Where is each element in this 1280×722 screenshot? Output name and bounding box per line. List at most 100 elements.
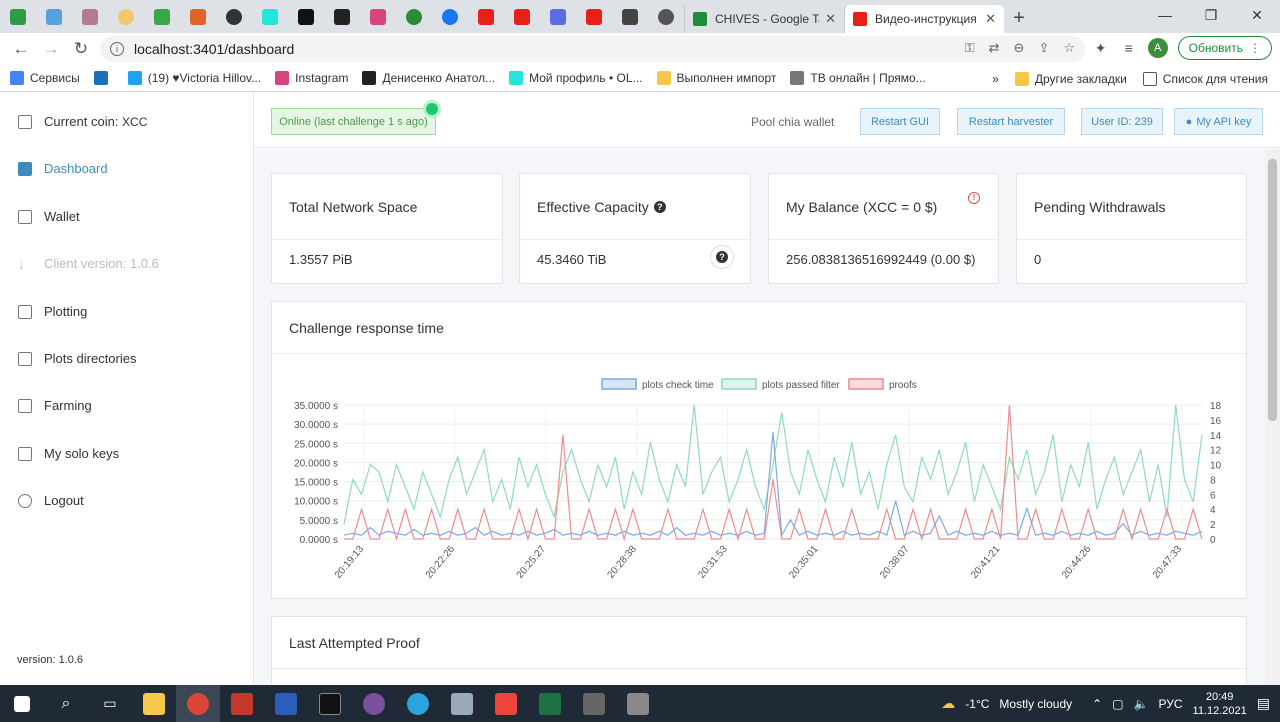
chrome-icon[interactable]: [176, 685, 220, 722]
browser-tab[interactable]: [468, 0, 504, 33]
bookmark-item[interactable]: Денисенко Анатол...: [362, 71, 495, 85]
tv-icon: [790, 71, 805, 85]
site-info-icon[interactable]: i: [110, 42, 124, 56]
task-view-icon[interactable]: ▭: [88, 685, 132, 722]
bookmark-item[interactable]: Instagram: [275, 71, 348, 85]
browser-tab[interactable]: [0, 0, 36, 33]
dashboard-icon: [18, 161, 32, 176]
key-icon[interactable]: ⚿: [965, 40, 975, 56]
bookmark-item[interactable]: Сервисы: [10, 71, 80, 85]
excel-icon[interactable]: [528, 685, 572, 722]
scrollbar[interactable]: [1265, 149, 1280, 685]
translate-icon[interactable]: ⇄: [989, 40, 1000, 56]
pool-wallet-link[interactable]: Pool chia wallet: [751, 115, 834, 129]
api-key-button[interactable]: ● My API key: [1174, 108, 1263, 135]
browser-tab[interactable]: [540, 0, 576, 33]
minimize-icon[interactable]: —: [1142, 0, 1188, 30]
extensions-icon[interactable]: ✦: [1092, 40, 1110, 57]
maximize-icon[interactable]: ❐: [1188, 0, 1234, 30]
share-icon[interactable]: ⇪: [1038, 40, 1049, 56]
sidebar-item-dashboard[interactable]: Dashboard: [18, 161, 108, 176]
reload-icon[interactable]: ↻: [66, 34, 96, 64]
network-icon[interactable]: ▢: [1112, 697, 1123, 711]
media-icon[interactable]: ≡: [1120, 40, 1138, 56]
user-id-button[interactable]: User ID: 239: [1081, 108, 1163, 135]
app-icon[interactable]: [440, 685, 484, 722]
x-tick-label: 20:22:26: [424, 544, 458, 581]
bookmark-item[interactable]: (19) ♥Victoria Hillov...: [127, 71, 261, 85]
browser-tab-video[interactable]: Видео-инструкция ✕: [844, 5, 1004, 33]
notification-icon[interactable]: ▤: [1257, 695, 1270, 712]
browser-tab[interactable]: [72, 0, 108, 33]
bookmark-item[interactable]: ТВ онлайн | Прямо...: [790, 71, 926, 85]
star-icon[interactable]: ☆: [1063, 40, 1075, 56]
close-icon[interactable]: ✕: [985, 11, 996, 27]
browser-tab[interactable]: [288, 0, 324, 33]
browser-tab[interactable]: [432, 0, 468, 33]
chevron-up-icon[interactable]: ⌃: [1092, 697, 1102, 711]
new-tab-button[interactable]: +: [1004, 3, 1034, 33]
browser-tab[interactable]: [324, 0, 360, 33]
calculator-icon[interactable]: [572, 685, 616, 722]
sidebar-item-farming[interactable]: Farming: [18, 398, 92, 413]
y-right-tick-label: 4: [1210, 505, 1216, 516]
drive-icon[interactable]: [616, 685, 660, 722]
scrollbar-thumb[interactable]: [1268, 159, 1277, 421]
anydesk-icon[interactable]: [484, 685, 528, 722]
browser-tab[interactable]: [576, 0, 612, 33]
avatar[interactable]: A: [1147, 38, 1168, 58]
browser-tab[interactable]: [396, 0, 432, 33]
reading-list[interactable]: Список для чтения: [1142, 71, 1268, 86]
bookmark-item[interactable]: Выполнен импорт: [656, 71, 776, 85]
language-indicator[interactable]: РУС: [1158, 697, 1182, 711]
browser-tab[interactable]: [180, 0, 216, 33]
y-right-tick-label: 14: [1210, 431, 1222, 442]
sidebar-item-wallet[interactable]: Wallet: [18, 209, 80, 224]
weather-temp[interactable]: -1°C: [965, 697, 989, 711]
update-button[interactable]: Обновить ⋮: [1177, 36, 1272, 60]
telegram-icon[interactable]: [396, 685, 440, 722]
app-64-icon[interactable]: [220, 685, 264, 722]
browser-tab-chives[interactable]: CHIVES - Google Ta ✕: [684, 5, 844, 33]
sidebar-item-plots-directories[interactable]: Plots directories: [18, 351, 136, 366]
bookmark-item[interactable]: Мой профиль • OL...: [509, 71, 643, 85]
search-icon[interactable]: ⌕: [44, 685, 88, 722]
browser-tab[interactable]: [216, 0, 252, 33]
x-tick-label: 20:19:13: [333, 544, 367, 581]
browser-tab[interactable]: [504, 0, 540, 33]
file-explorer-icon[interactable]: [132, 685, 176, 722]
close-icon[interactable]: ✕: [825, 11, 836, 27]
help-icon[interactable]: ?: [653, 200, 666, 213]
sidebar-item-plotting[interactable]: Plotting: [18, 304, 87, 319]
viber-icon[interactable]: [352, 685, 396, 722]
browser-tab[interactable]: [36, 0, 72, 33]
warning-icon[interactable]: !: [968, 192, 980, 204]
browser-tab[interactable]: [612, 0, 648, 33]
weather-icon[interactable]: ☁: [941, 695, 955, 712]
browser-tab[interactable]: [648, 0, 684, 33]
zoom-icon[interactable]: ⊖: [1014, 40, 1025, 56]
close-window-icon[interactable]: ✕: [1234, 0, 1280, 30]
clock[interactable]: 20:49 11.12.2021: [1193, 690, 1247, 718]
restart-harvester-button[interactable]: Restart harvester: [957, 108, 1065, 135]
browser-tab[interactable]: [360, 0, 396, 33]
restart-gui-button[interactable]: Restart GUI: [860, 108, 940, 135]
sidebar-item-solo-keys[interactable]: My solo keys: [18, 446, 119, 461]
volume-icon[interactable]: 🔈: [1134, 697, 1149, 711]
help-icon[interactable]: ?: [710, 245, 734, 269]
weather-text[interactable]: Mostly cloudy: [999, 697, 1072, 711]
windows-start-icon[interactable]: [0, 685, 44, 722]
forward-icon[interactable]: →: [36, 34, 66, 64]
sidebar-item-logout[interactable]: Logout: [18, 493, 84, 508]
back-icon[interactable]: ←: [6, 34, 36, 64]
terminal-icon[interactable]: [308, 685, 352, 722]
other-bookmarks[interactable]: Другие закладки: [1014, 71, 1127, 86]
address-bar[interactable]: i localhost:3401/dashboard ⚿ ⇄ ⊖ ⇪ ☆: [100, 36, 1085, 62]
browser-tab[interactable]: [252, 0, 288, 33]
browser-tab[interactable]: [108, 0, 144, 33]
more-bookmarks-button[interactable]: »: [992, 72, 999, 86]
powershell-icon[interactable]: [264, 685, 308, 722]
browser-tab[interactable]: [144, 0, 180, 33]
bookmark-item[interactable]: [93, 71, 114, 85]
legend-swatch: [848, 378, 884, 390]
